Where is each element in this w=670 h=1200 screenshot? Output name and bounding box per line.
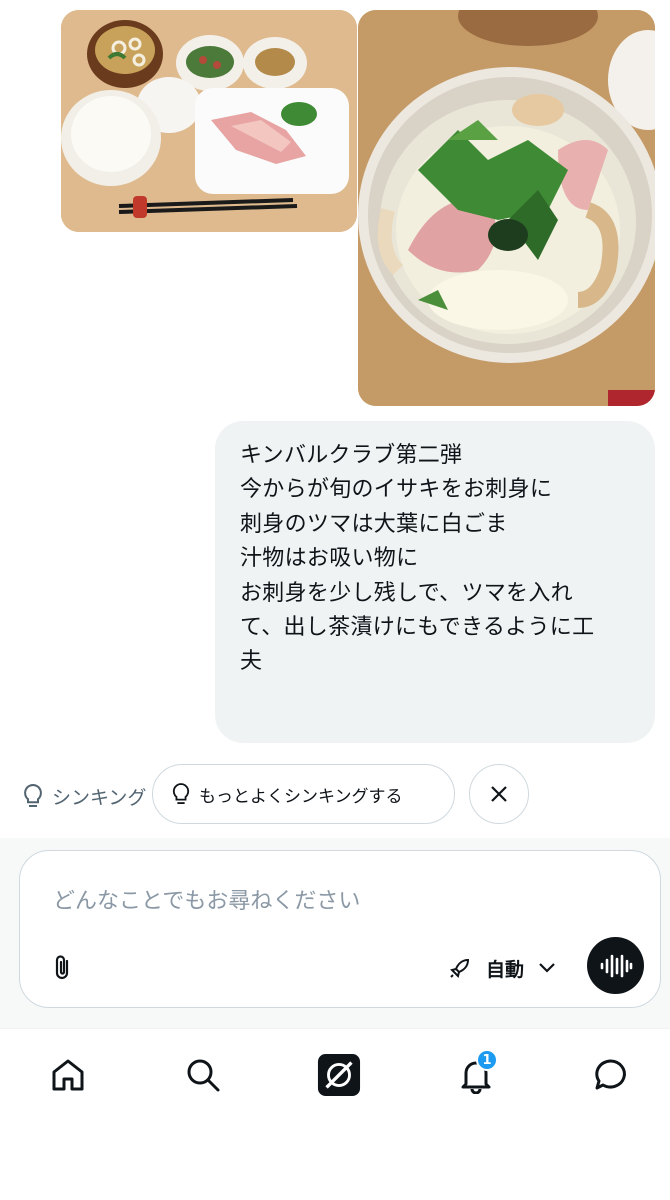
nav-grok[interactable] [317,1053,361,1097]
mode-label: 自動 [486,958,525,981]
message-input[interactable] [53,879,613,923]
lightbulb-icon [172,783,190,804]
home-icon [52,1059,84,1091]
grok-icon [317,1053,361,1097]
nav-search[interactable] [181,1053,225,1097]
thinking-label: シンキング [22,781,146,811]
lightbulb-icon [24,783,42,807]
deeper-thinking-label: もっとよくシンキングする [199,786,403,807]
nav-notifications[interactable]: 1 [454,1049,498,1097]
voice-wave-icon [600,954,632,977]
chazuke-photo-image [358,10,655,406]
chazuke-photo[interactable] [358,10,655,406]
close-icon [491,786,507,802]
dismiss-suggestion-button[interactable] [469,764,529,824]
composer: 自動 [19,850,661,1008]
meal-photo[interactable] [61,10,357,232]
thinking-label-text: シンキング [52,786,147,809]
chat-bubble-icon [595,1059,626,1090]
message-line: 刺身のツマは大葉に白ごま [240,511,508,537]
search-icon [187,1059,220,1092]
nav-messages[interactable] [589,1053,633,1097]
mode-selector[interactable]: 自動 [448,951,556,985]
paperclip-icon[interactable] [48,953,78,983]
bottom-navigation: 1 [0,1028,670,1200]
message-line: 汁物はお吸い物に [240,546,419,572]
chevron-down-icon [539,963,555,973]
chat-screen: キンバルクラブ第二弾 今からが旬のイサキをお刺身に 刺身のツマは大葉に白ごま 汁… [0,0,670,1200]
deeper-thinking-button[interactable]: もっとよくシンキングする [152,764,455,824]
rocket-icon [450,958,470,978]
nav-home[interactable] [46,1053,90,1097]
voice-button[interactable] [587,937,644,994]
message-line: 夫 [240,649,263,675]
message-line: キンバルクラブ第二弾 [240,443,463,468]
message-line: 今からが旬のイサキをお刺身に [240,477,553,503]
notification-badge: 1 [476,1049,498,1071]
message-bubble: キンバルクラブ第二弾 今からが旬のイサキをお刺身に 刺身のツマは大葉に白ごま 汁… [215,421,655,743]
meal-photo-image [61,10,357,232]
message-line: お刺身を少し残しで、ツマを入れ [240,580,573,606]
message-line: て、出し茶漬けにもできるように工 [240,615,595,641]
